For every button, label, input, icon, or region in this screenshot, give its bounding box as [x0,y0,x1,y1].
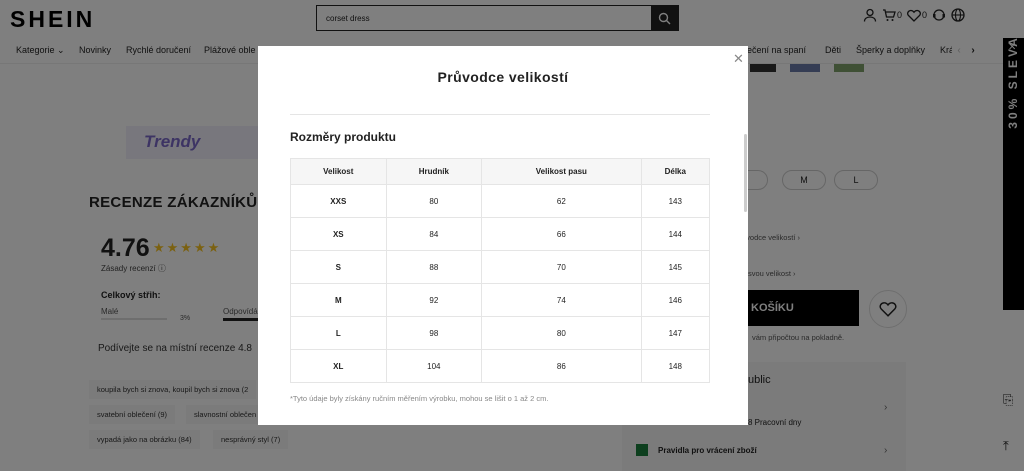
table-cell: 74 [481,283,642,317]
table-cell: 86 [481,349,642,383]
table-cell: 148 [640,349,711,383]
table-cell: 80 [385,184,483,218]
table-row: M 92 74 146 [290,283,711,317]
table-cell: 143 [640,184,711,218]
modal-title: Průvodce velikostí [437,69,569,85]
size-guide-modal: ✕ Průvodce velikostí Rozměry produktu Ve… [258,46,748,425]
table-cell: 88 [385,250,483,284]
table-cell: 104 [385,349,483,383]
table-cell: 66 [481,217,642,251]
column-header: Délka [640,158,711,185]
table-cell: 98 [385,316,483,350]
table-cell: 62 [481,184,642,218]
size-cell: XS [290,217,387,251]
table-row: XS 84 66 144 [290,217,711,251]
size-cell: L [290,316,387,350]
table-cell: 70 [481,250,642,284]
table-row: XXS 80 62 143 [290,184,711,218]
modal-scrollbar[interactable] [744,134,747,212]
close-icon[interactable]: ✕ [733,51,744,67]
column-header: Velikost [290,158,387,185]
table-cell: 146 [640,283,711,317]
section-title: Rozměry produktu [290,130,397,144]
divider [290,114,710,115]
table-row: XL 104 86 148 [290,349,711,383]
table-cell: 144 [640,217,711,251]
table-cell: 92 [385,283,483,317]
size-cell: S [290,250,387,284]
size-cell: XXS [290,184,387,218]
table-row: L 98 80 147 [290,316,711,350]
table-cell: 84 [385,217,483,251]
page: SHEIN 0 0 [0,0,1024,471]
table-cell: 145 [640,250,711,284]
size-table: Velikost Hrudník Velikost pasu Délka XXS… [290,158,711,383]
size-cell: XL [290,349,387,383]
measurement-note: *Tyto údaje byly získány ručním měřením … [290,394,549,403]
column-header: Velikost pasu [481,158,642,185]
table-row: S 88 70 145 [290,250,711,284]
column-header: Hrudník [385,158,483,185]
size-cell: M [290,283,387,317]
table-cell: 80 [481,316,642,350]
table-header-row: Velikost Hrudník Velikost pasu Délka [290,158,711,185]
table-cell: 147 [640,316,711,350]
